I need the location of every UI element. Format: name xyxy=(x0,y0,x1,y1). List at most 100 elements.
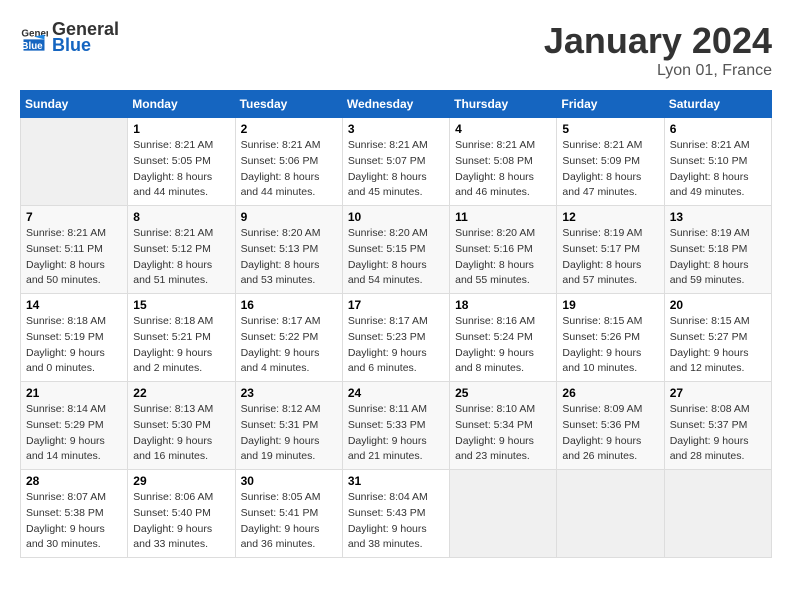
day-info: Sunrise: 8:21 AMSunset: 5:12 PMDaylight:… xyxy=(133,226,229,289)
day-info: Sunrise: 8:06 AMSunset: 5:40 PMDaylight:… xyxy=(133,490,229,553)
day-number: 8 xyxy=(133,210,229,224)
calendar-cell: 6Sunrise: 8:21 AMSunset: 5:10 PMDaylight… xyxy=(664,118,771,206)
calendar-cell: 23 Sunrise: 8:12 AMSunset: 5:31 PMDayligh… xyxy=(235,382,342,470)
col-saturday: Saturday xyxy=(664,91,771,118)
day-number: 28 xyxy=(26,474,122,488)
day-info: Sunrise: 8:21 AMSunset: 5:07 PMDaylight:… xyxy=(348,138,444,201)
day-number: 31 xyxy=(348,474,444,488)
calendar-cell: 31 Sunrise: 8:04 AMSunset: 5:43 PMDayligh… xyxy=(342,470,449,558)
col-wednesday: Wednesday xyxy=(342,91,449,118)
calendar-cell: 28 Sunrise: 8:07 AMSunset: 5:38 PMDayligh… xyxy=(21,470,128,558)
calendar-cell: 7Sunrise: 8:21 AMSunset: 5:11 PMDaylight… xyxy=(21,206,128,294)
calendar-cell: 18 Sunrise: 8:16 AMSunset: 5:24 PMDayligh… xyxy=(450,294,557,382)
day-number: 2 xyxy=(241,122,337,136)
day-info: Sunrise: 8:17 AMSunset: 5:22 PMDaylight:… xyxy=(241,314,337,377)
calendar-cell: 21Sunrise: 8:14 AMSunset: 5:29 PMDayligh… xyxy=(21,382,128,470)
col-monday: Monday xyxy=(128,91,235,118)
day-info: Sunrise: 8:04 AMSunset: 5:43 PMDaylight:… xyxy=(348,490,444,553)
day-number: 12 xyxy=(562,210,658,224)
calendar-cell: 5Sunrise: 8:21 AMSunset: 5:09 PMDaylight… xyxy=(557,118,664,206)
calendar-cell: 1 Sunrise: 8:21 AMSunset: 5:05 PMDaylight… xyxy=(128,118,235,206)
day-number: 3 xyxy=(348,122,444,136)
calendar-cell: 22 Sunrise: 8:13 AMSunset: 5:30 PMDayligh… xyxy=(128,382,235,470)
day-info: Sunrise: 8:11 AMSunset: 5:33 PMDaylight:… xyxy=(348,402,444,465)
day-number: 21 xyxy=(26,386,122,400)
col-thursday: Thursday xyxy=(450,91,557,118)
day-number: 4 xyxy=(455,122,551,136)
calendar-week-3: 14 Sunrise: 8:18 AMSunset: 5:19 PMDayligh… xyxy=(21,294,772,382)
day-info: Sunrise: 8:18 AMSunset: 5:19 PMDaylight:… xyxy=(26,314,122,377)
calendar-cell xyxy=(664,470,771,558)
calendar-cell: 13 Sunrise: 8:19 AMSunset: 5:18 PMDayligh… xyxy=(664,206,771,294)
col-friday: Friday xyxy=(557,91,664,118)
day-info: Sunrise: 8:05 AMSunset: 5:41 PMDaylight:… xyxy=(241,490,337,553)
day-number: 19 xyxy=(562,298,658,312)
calendar-cell xyxy=(450,470,557,558)
day-number: 13 xyxy=(670,210,766,224)
day-info: Sunrise: 8:21 AMSunset: 5:06 PMDaylight:… xyxy=(241,138,337,201)
calendar-cell: 14 Sunrise: 8:18 AMSunset: 5:19 PMDayligh… xyxy=(21,294,128,382)
calendar-cell: 30 Sunrise: 8:05 AMSunset: 5:41 PMDayligh… xyxy=(235,470,342,558)
day-info: Sunrise: 8:18 AMSunset: 5:21 PMDaylight:… xyxy=(133,314,229,377)
day-number: 22 xyxy=(133,386,229,400)
day-number: 20 xyxy=(670,298,766,312)
logo: General Blue General Blue xyxy=(20,20,119,56)
calendar-cell: 25Sunrise: 8:10 AMSunset: 5:34 PMDayligh… xyxy=(450,382,557,470)
day-info: Sunrise: 8:09 AMSunset: 5:36 PMDaylight:… xyxy=(562,402,658,465)
day-number: 10 xyxy=(348,210,444,224)
day-info: Sunrise: 8:07 AMSunset: 5:38 PMDaylight:… xyxy=(26,490,122,553)
month-year-title: January 2024 xyxy=(544,20,772,62)
logo-icon: General Blue xyxy=(20,24,48,52)
day-info: Sunrise: 8:12 AMSunset: 5:31 PMDaylight:… xyxy=(241,402,337,465)
day-number: 1 xyxy=(133,122,229,136)
day-info: Sunrise: 8:21 AMSunset: 5:10 PMDaylight:… xyxy=(670,138,766,201)
day-number: 15 xyxy=(133,298,229,312)
day-number: 23 xyxy=(241,386,337,400)
day-info: Sunrise: 8:10 AMSunset: 5:34 PMDaylight:… xyxy=(455,402,551,465)
day-number: 29 xyxy=(133,474,229,488)
calendar-cell: 11 Sunrise: 8:20 AMSunset: 5:16 PMDayligh… xyxy=(450,206,557,294)
day-number: 14 xyxy=(26,298,122,312)
day-info: Sunrise: 8:15 AMSunset: 5:26 PMDaylight:… xyxy=(562,314,658,377)
day-number: 30 xyxy=(241,474,337,488)
day-info: Sunrise: 8:21 AMSunset: 5:11 PMDaylight:… xyxy=(26,226,122,289)
calendar-cell: 12 Sunrise: 8:19 AMSunset: 5:17 PMDayligh… xyxy=(557,206,664,294)
calendar-cell: 10Sunrise: 8:20 AMSunset: 5:15 PMDayligh… xyxy=(342,206,449,294)
calendar-cell: 29 Sunrise: 8:06 AMSunset: 5:40 PMDayligh… xyxy=(128,470,235,558)
day-info: Sunrise: 8:19 AMSunset: 5:18 PMDaylight:… xyxy=(670,226,766,289)
day-info: Sunrise: 8:20 AMSunset: 5:13 PMDaylight:… xyxy=(241,226,337,289)
svg-text:Blue: Blue xyxy=(21,41,43,52)
day-info: Sunrise: 8:08 AMSunset: 5:37 PMDaylight:… xyxy=(670,402,766,465)
calendar-body: 1 Sunrise: 8:21 AMSunset: 5:05 PMDaylight… xyxy=(21,118,772,558)
day-info: Sunrise: 8:21 AMSunset: 5:09 PMDaylight:… xyxy=(562,138,658,201)
location-subtitle: Lyon 01, France xyxy=(544,62,772,80)
day-info: Sunrise: 8:19 AMSunset: 5:17 PMDaylight:… xyxy=(562,226,658,289)
day-number: 24 xyxy=(348,386,444,400)
calendar-cell: 4 Sunrise: 8:21 AMSunset: 5:08 PMDaylight… xyxy=(450,118,557,206)
day-number: 27 xyxy=(670,386,766,400)
calendar-cell: 20 Sunrise: 8:15 AMSunset: 5:27 PMDayligh… xyxy=(664,294,771,382)
calendar-cell: 2 Sunrise: 8:21 AMSunset: 5:06 PMDaylight… xyxy=(235,118,342,206)
day-info: Sunrise: 8:21 AMSunset: 5:08 PMDaylight:… xyxy=(455,138,551,201)
day-info: Sunrise: 8:20 AMSunset: 5:16 PMDaylight:… xyxy=(455,226,551,289)
calendar-cell: 8 Sunrise: 8:21 AMSunset: 5:12 PMDaylight… xyxy=(128,206,235,294)
day-number: 26 xyxy=(562,386,658,400)
day-number: 11 xyxy=(455,210,551,224)
calendar-table: Sunday Monday Tuesday Wednesday Thursday… xyxy=(20,90,772,558)
day-info: Sunrise: 8:16 AMSunset: 5:24 PMDaylight:… xyxy=(455,314,551,377)
day-info: Sunrise: 8:15 AMSunset: 5:27 PMDaylight:… xyxy=(670,314,766,377)
col-tuesday: Tuesday xyxy=(235,91,342,118)
header-row: Sunday Monday Tuesday Wednesday Thursday… xyxy=(21,91,772,118)
day-info: Sunrise: 8:21 AMSunset: 5:05 PMDaylight:… xyxy=(133,138,229,201)
day-info: Sunrise: 8:13 AMSunset: 5:30 PMDaylight:… xyxy=(133,402,229,465)
calendar-cell: 17Sunrise: 8:17 AMSunset: 5:23 PMDayligh… xyxy=(342,294,449,382)
calendar-header: Sunday Monday Tuesday Wednesday Thursday… xyxy=(21,91,772,118)
calendar-cell: 27 Sunrise: 8:08 AMSunset: 5:37 PMDayligh… xyxy=(664,382,771,470)
logo-blue-text: Blue xyxy=(52,36,119,56)
calendar-cell: 3 Sunrise: 8:21 AMSunset: 5:07 PMDaylight… xyxy=(342,118,449,206)
day-number: 16 xyxy=(241,298,337,312)
day-number: 18 xyxy=(455,298,551,312)
day-number: 17 xyxy=(348,298,444,312)
calendar-week-5: 28 Sunrise: 8:07 AMSunset: 5:38 PMDayligh… xyxy=(21,470,772,558)
calendar-cell: 19 Sunrise: 8:15 AMSunset: 5:26 PMDayligh… xyxy=(557,294,664,382)
